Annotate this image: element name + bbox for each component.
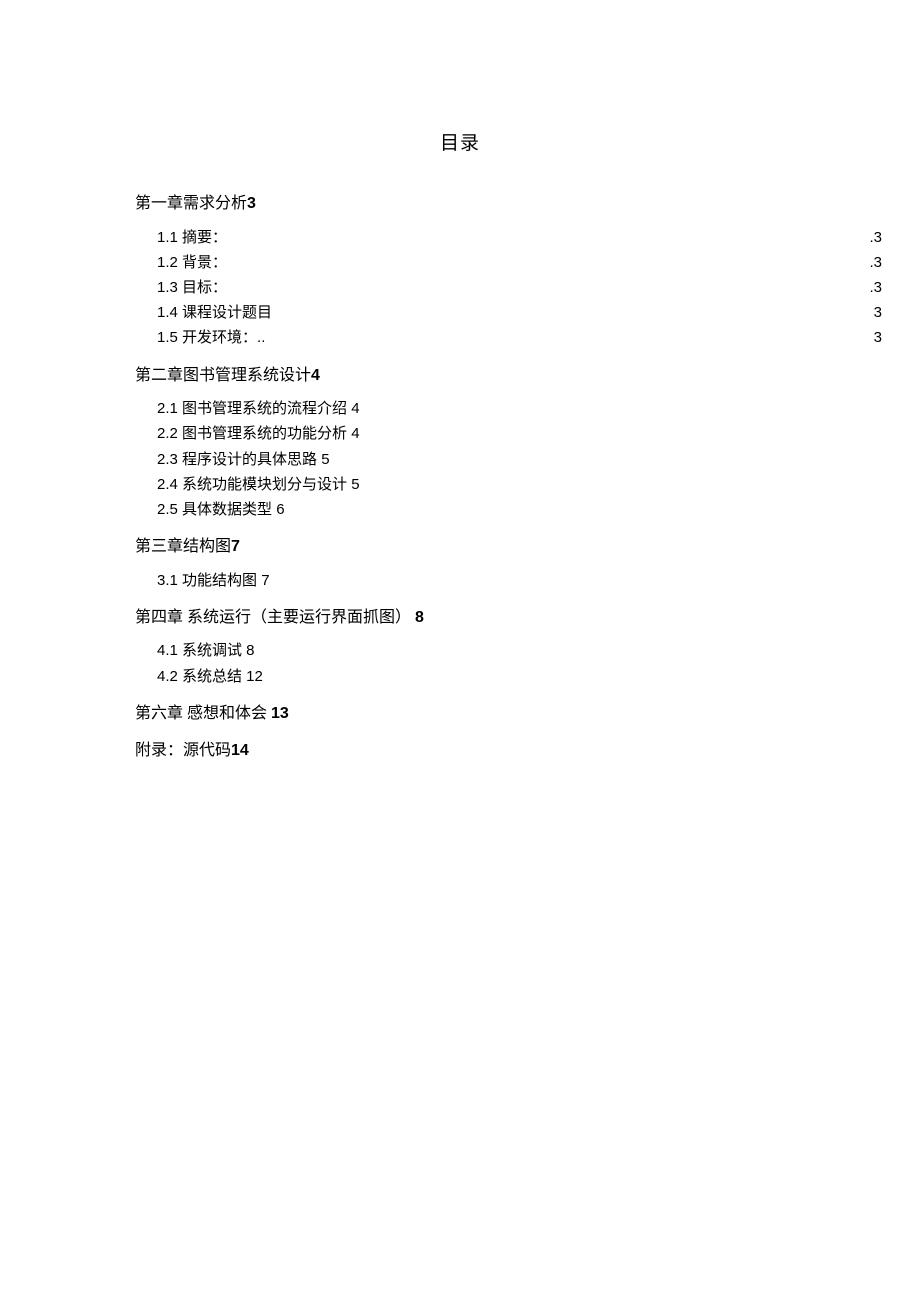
toc-item-page: .3 [869,275,882,300]
toc-item-page: .3 [869,250,882,275]
toc-chapter: 附录：源代码14 [135,738,882,764]
page-title: 目录 [0,128,920,155]
toc-item-label: 3.1 功能结构图 7 [157,568,270,593]
chapter-page: 4 [311,367,320,384]
toc-item: 3.1 功能结构图 7 [157,568,882,593]
toc-item-label: 2.5 具体数据类型 6 [157,497,285,522]
toc-item: 1.3 目标： .3 [157,275,882,300]
toc-item-label: 1.5 开发环境：.. [157,325,265,350]
chapter-heading: 附录：源代码 [135,742,231,759]
chapter-heading: 第三章结构图 [135,538,231,555]
toc-item: 2.3 程序设计的具体思路 5 [157,447,882,472]
toc-sublist: 4.1 系统调试 8 4.2 系统总结 12 [135,638,882,688]
chapter-page: 13 [271,705,289,722]
chapter-page: 14 [231,742,249,759]
toc-item: 2.1 图书管理系统的流程介绍 4 [157,396,882,421]
toc-item: 2.2 图书管理系统的功能分析 4 [157,421,882,446]
toc-chapter: 第二章图书管理系统设计4 [135,363,882,389]
toc-item: 2.5 具体数据类型 6 [157,497,882,522]
toc-item-label: 2.3 程序设计的具体思路 5 [157,447,330,472]
chapter-page: 8 [415,609,424,626]
toc-item: 1.2 背景： .3 [157,250,882,275]
toc-item-label: 1.2 背景： [157,250,227,275]
chapter-heading: 第二章图书管理系统设计 [135,367,311,384]
toc-item-label: 2.2 图书管理系统的功能分析 4 [157,421,360,446]
chapter-heading: 第六章 感想和体会 [135,705,271,722]
toc-item: 4.1 系统调试 8 [157,638,882,663]
chapter-page: 3 [247,195,256,212]
toc-chapter: 第四章 系统运行（主要运行界面抓图） 8 [135,605,882,631]
toc-item: 1.5 开发环境：.. 3 [157,325,882,350]
toc-item-label: 2.1 图书管理系统的流程介绍 4 [157,396,360,421]
toc-sublist: 2.1 图书管理系统的流程介绍 4 2.2 图书管理系统的功能分析 4 2.3 … [135,396,882,522]
toc-sublist: 1.1 摘要： .3 1.2 背景： .3 1.3 目标： .3 1.4 课程设计题目… [135,225,882,351]
toc-item: 4.2 系统总结 12 [157,664,882,689]
toc-chapter: 第六章 感想和体会 13 [135,701,882,727]
toc-item-label: 1.1 摘要： [157,225,227,250]
toc-item-label: 1.4 课程设计题目 [157,300,272,325]
chapter-heading: 第一章需求分析 [135,195,247,212]
toc-item: 1.4 课程设计题目 3 [157,300,882,325]
toc-item-page: 3 [874,325,882,350]
toc-sublist: 3.1 功能结构图 7 [135,568,882,593]
toc-item-label: 1.3 目标： [157,275,227,300]
toc-item-page: 3 [874,300,882,325]
toc-chapter: 第一章需求分析3 [135,191,882,217]
toc-item-label: 2.4 系统功能模块划分与设计 5 [157,472,360,497]
chapter-heading: 第四章 系统运行（主要运行界面抓图） [135,609,415,626]
toc-chapter: 第三章结构图7 [135,534,882,560]
toc-item-label: 4.1 系统调试 8 [157,638,255,663]
toc-item-label: 4.2 系统总结 12 [157,664,263,689]
toc-item-page: .3 [869,225,882,250]
toc-item: 1.1 摘要： .3 [157,225,882,250]
toc-item: 2.4 系统功能模块划分与设计 5 [157,472,882,497]
chapter-page: 7 [231,538,240,555]
toc-content: 第一章需求分析3 1.1 摘要：.3 1.2 背景：.3 1.3 目标：.3 1… [0,191,920,764]
